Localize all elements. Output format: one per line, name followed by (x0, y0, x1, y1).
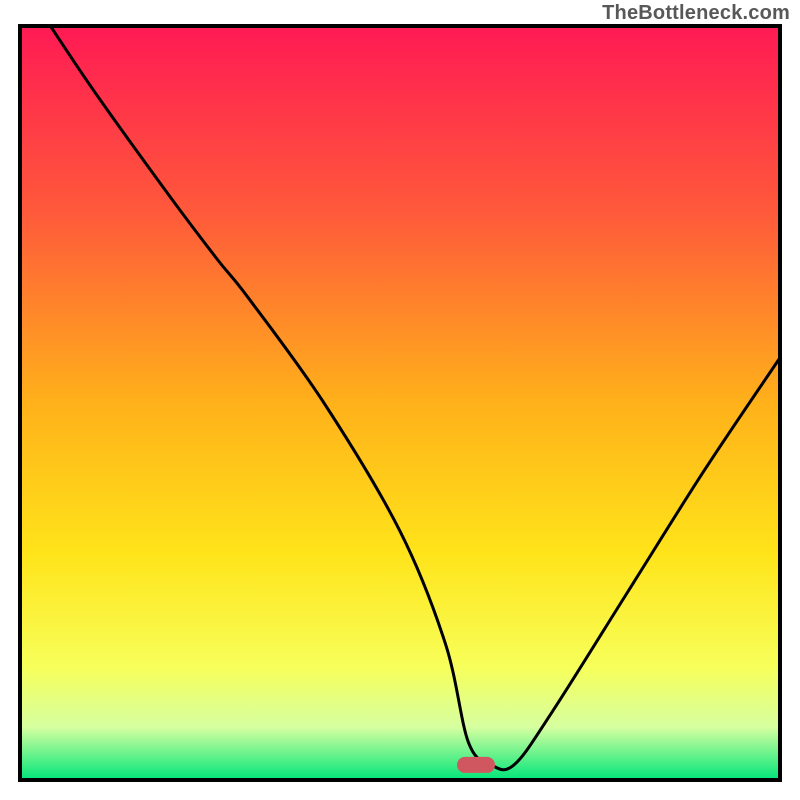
plot-background (20, 26, 780, 780)
optimum-marker (457, 757, 495, 773)
bottleneck-chart (0, 0, 800, 800)
chart-container: TheBottleneck.com (0, 0, 800, 800)
watermark-text: TheBottleneck.com (602, 2, 790, 25)
